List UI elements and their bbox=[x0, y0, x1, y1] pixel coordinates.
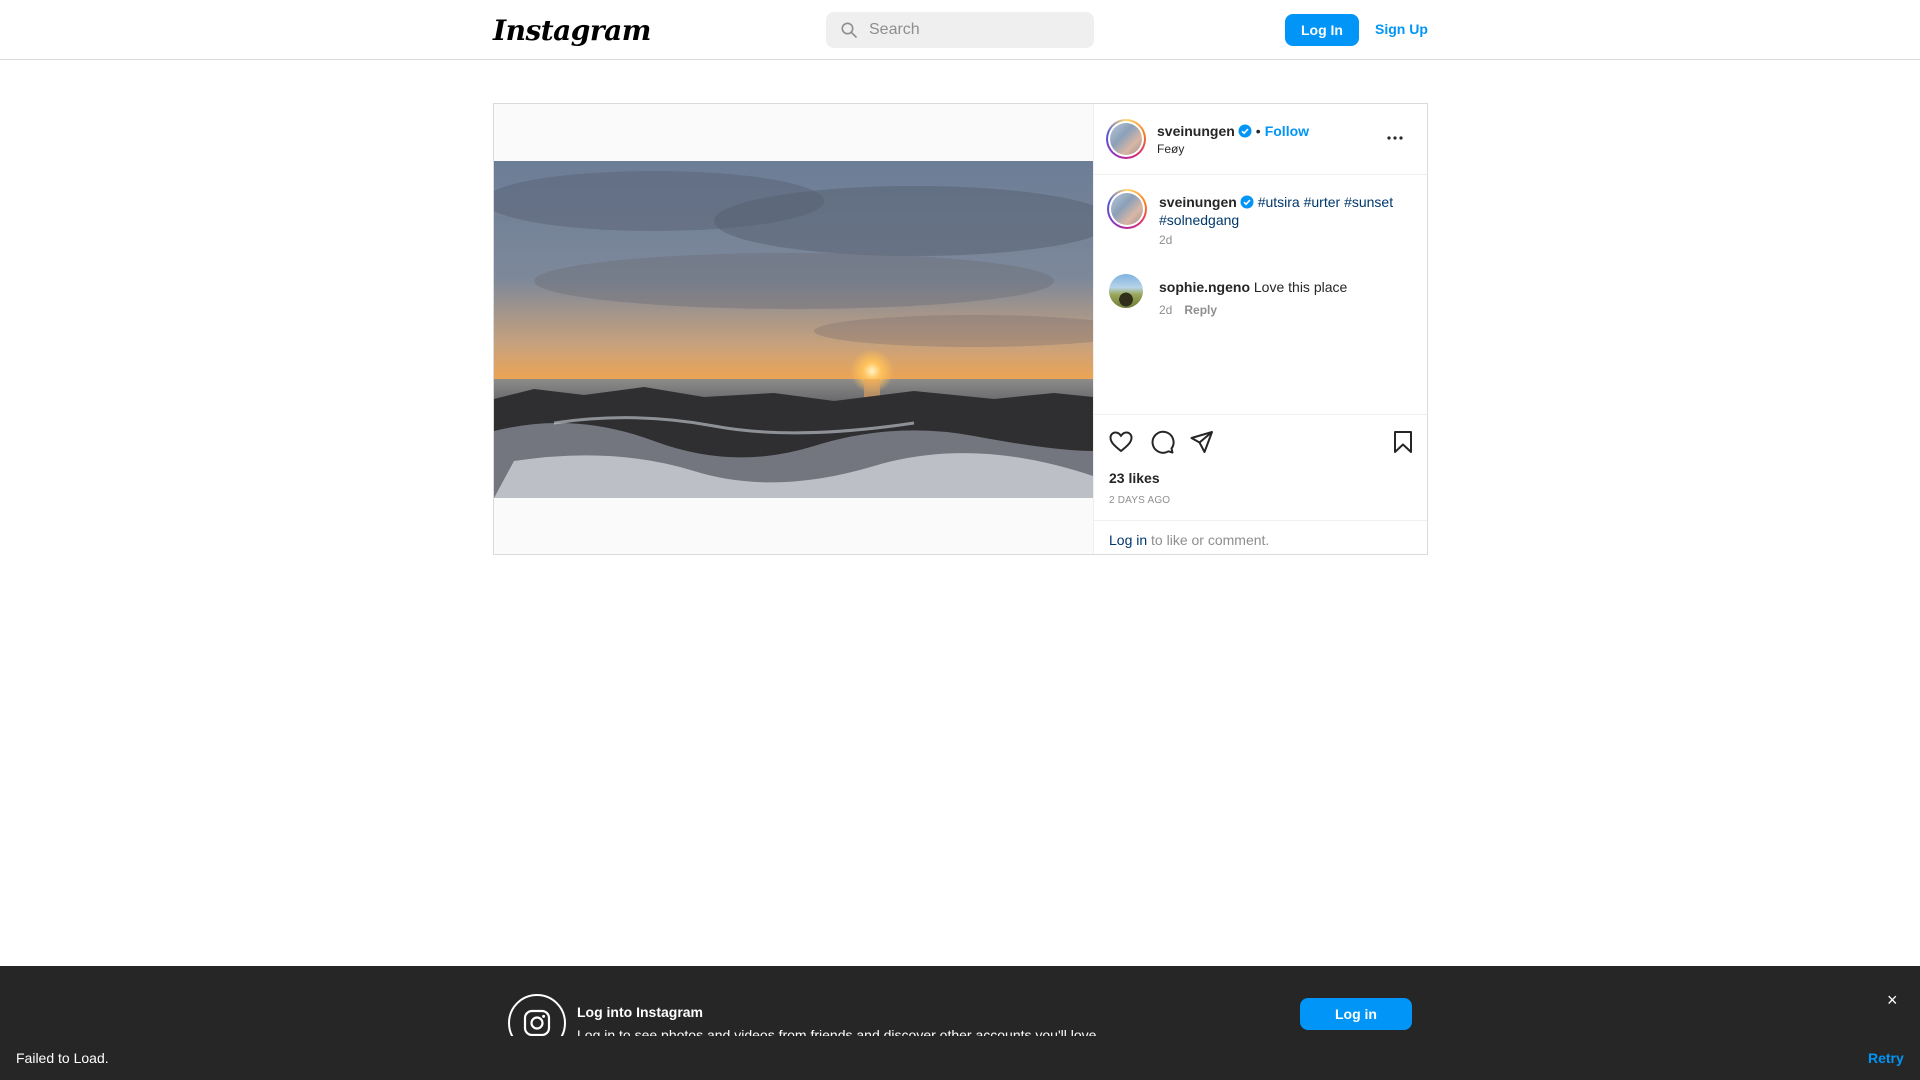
post-sidebar: sveinungen • Follow Feøy sveinungen #utsir… bbox=[1093, 104, 1427, 554]
comment-time: 2d bbox=[1159, 303, 1173, 317]
post-photo[interactable] bbox=[494, 161, 1093, 498]
post-media bbox=[494, 104, 1093, 554]
hashtag-link[interactable]: #solnedgang bbox=[1159, 212, 1239, 228]
caption-author-avatar[interactable] bbox=[1107, 189, 1147, 229]
author-username[interactable]: sveinungen bbox=[1157, 123, 1235, 139]
search-icon bbox=[841, 22, 857, 38]
verified-badge-icon bbox=[1240, 195, 1254, 209]
caption-block: sveinungen #utsira #urter #sunset #solne… bbox=[1107, 189, 1409, 253]
error-toast: Failed to Load. Retry bbox=[0, 1036, 1920, 1080]
search-input[interactable] bbox=[869, 12, 1084, 48]
share-send-icon[interactable] bbox=[1189, 429, 1215, 455]
post-timestamp: 2 DAYS AGO bbox=[1109, 495, 1171, 506]
comment-item: sophie.ngeno Love this place 2d Reply bbox=[1109, 274, 1409, 318]
login-prompt-text: to like or comment. bbox=[1147, 532, 1270, 548]
like-heart-icon[interactable] bbox=[1108, 429, 1134, 455]
login-banner: Log into Instagram Log in to see photos … bbox=[0, 966, 1920, 1036]
comment-bubble-icon[interactable] bbox=[1149, 429, 1175, 455]
sunset-photo-image bbox=[494, 161, 1093, 498]
instagram-logo[interactable]: Instagram bbox=[493, 14, 651, 47]
post-header: sveinungen • Follow Feøy bbox=[1094, 104, 1427, 175]
comment-text: sophie.ngeno Love this place bbox=[1159, 278, 1409, 296]
search-box[interactable] bbox=[826, 12, 1094, 48]
more-options-icon[interactable] bbox=[1384, 127, 1406, 149]
hashtag-link[interactable]: #urter bbox=[1304, 194, 1341, 210]
post-location[interactable]: Feøy bbox=[1157, 142, 1184, 156]
comment-body: Love this place bbox=[1253, 279, 1348, 295]
banner-login-button[interactable]: Log in bbox=[1300, 998, 1412, 1030]
separator-dot: • bbox=[1255, 123, 1261, 139]
top-navigation-bar: Instagram Log In Sign Up bbox=[0, 0, 1920, 60]
follow-button[interactable]: Follow bbox=[1265, 123, 1309, 139]
banner-title: Log into Instagram bbox=[577, 1004, 703, 1020]
login-to-comment: Log in to like or comment. bbox=[1094, 520, 1427, 555]
toast-message: Failed to Load. bbox=[16, 1050, 109, 1066]
instagram-glyph-icon bbox=[508, 994, 566, 1036]
login-link[interactable]: Log in bbox=[1109, 532, 1147, 548]
close-icon[interactable]: × bbox=[1887, 990, 1898, 1011]
commenter-username[interactable]: sophie.ngeno bbox=[1159, 279, 1250, 295]
save-bookmark-icon[interactable] bbox=[1390, 429, 1416, 455]
commenter-avatar[interactable] bbox=[1109, 274, 1143, 308]
hashtag-link[interactable]: #sunset bbox=[1344, 194, 1393, 210]
retry-button[interactable]: Retry bbox=[1868, 1050, 1904, 1066]
banner-subtitle: Log in to see photos and videos from fri… bbox=[577, 1027, 1101, 1036]
likes-count[interactable]: 23 likes bbox=[1109, 470, 1160, 486]
reply-button[interactable]: Reply bbox=[1184, 303, 1217, 317]
post-actions: 23 likes 2 DAYS AGO Log in to like or co… bbox=[1094, 414, 1427, 554]
author-avatar[interactable] bbox=[1106, 119, 1146, 159]
verified-badge-icon bbox=[1238, 124, 1252, 138]
login-button[interactable]: Log In bbox=[1285, 14, 1359, 46]
signup-link[interactable]: Sign Up bbox=[1375, 21, 1428, 37]
caption-text: sveinungen #utsira #urter #sunset #solne… bbox=[1159, 193, 1409, 229]
hashtag-link[interactable]: #utsira bbox=[1258, 194, 1300, 210]
caption-username[interactable]: sveinungen bbox=[1159, 194, 1237, 210]
caption-time: 2d bbox=[1159, 233, 1173, 247]
post-card: sveinungen • Follow Feøy sveinungen #utsir… bbox=[493, 103, 1428, 555]
